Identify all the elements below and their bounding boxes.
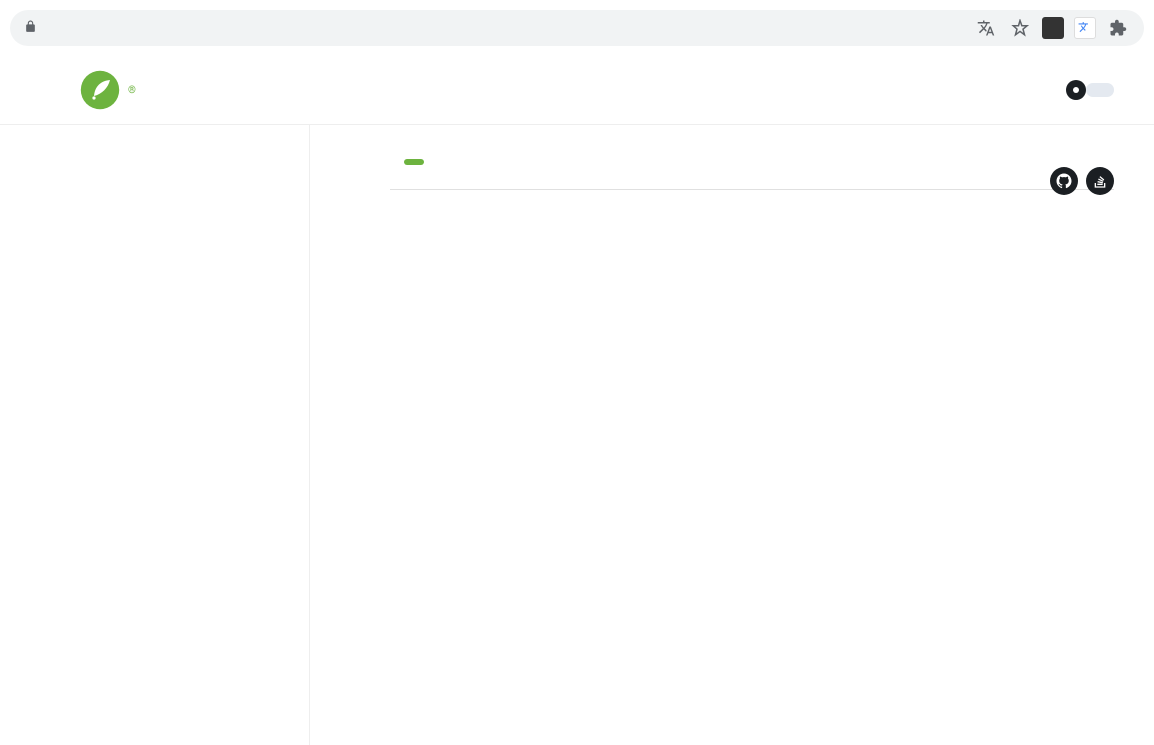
extensions-icon[interactable] [1106,16,1130,40]
toggle-track [1086,83,1114,97]
spring-logo-icon [80,70,120,110]
translate-icon[interactable] [974,16,998,40]
browser-url-bar [10,10,1144,46]
stackoverflow-icon[interactable] [1086,167,1114,195]
sidebar [80,125,310,745]
lock-icon [24,20,37,37]
extension-off-icon[interactable] [1042,17,1064,39]
version-badge [404,159,424,165]
main-content [310,125,1114,745]
theme-toggle[interactable] [1066,80,1114,100]
github-icon[interactable] [1050,167,1078,195]
dark-mode-icon [1066,80,1086,100]
spring-logo[interactable]: ® [80,70,136,110]
extension-translate-icon[interactable] [1074,17,1096,39]
bookmark-star-icon[interactable] [1008,16,1032,40]
trademark-icon: ® [128,85,136,96]
content-tabs [390,189,1114,190]
site-header: ® [0,56,1154,125]
